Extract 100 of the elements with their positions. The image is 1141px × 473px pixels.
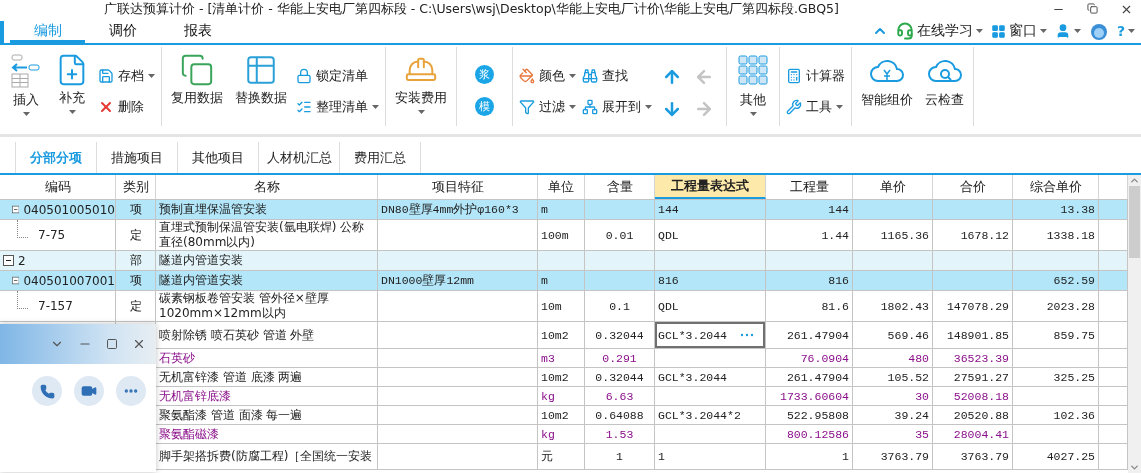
caret-icon: [569, 105, 576, 109]
unit-price-cell: 1338.18: [1046, 227, 1095, 243]
code-cell: 7-157: [38, 299, 73, 313]
avatar-icon[interactable]: [1088, 21, 1109, 41]
ribbon-button[interactable]: 删除: [98, 96, 155, 118]
caret-icon: [836, 105, 843, 109]
name-cell: 聚氨酯漆 管道 面漆 每一遍: [159, 407, 303, 423]
more-icon[interactable]: [740, 333, 754, 337]
unit-price-cell: 13.38: [1060, 202, 1095, 217]
restore-icon[interactable]: [1087, 2, 1098, 14]
delete-icon: [98, 99, 114, 115]
ribbon-button[interactable]: 插入: [6, 53, 46, 116]
code-cell: 2: [18, 253, 26, 268]
total-cell: 28004.41: [953, 426, 1009, 442]
online-learning-button[interactable]: 在线学习: [895, 22, 983, 40]
quantity-cell: 1: [842, 449, 849, 464]
total-cell: 27591.27: [953, 369, 1009, 385]
ribbon-button[interactable]: 云检查: [922, 53, 967, 109]
grid-icon: [990, 23, 1006, 39]
type-cell: 定: [129, 227, 142, 243]
price-cell: 1802.43: [880, 298, 929, 314]
name-cell: 石英砂: [159, 350, 195, 366]
window-menu-button[interactable]: 窗口: [990, 22, 1047, 40]
tree-icon: [582, 99, 598, 115]
unit-price-cell: 102.36: [1053, 407, 1095, 423]
wrench-icon: [786, 99, 802, 115]
type-cell: 项: [129, 202, 142, 217]
code-cell: 040501005010: [23, 202, 115, 217]
type-cell: 项: [129, 273, 142, 288]
ribbon-button[interactable]: 安装费用: [392, 53, 450, 114]
unit-price-cell: 2023.28: [1046, 298, 1095, 314]
total-cell: 20520.88: [953, 407, 1009, 423]
expression-field[interactable]: GCL*3.2044*2: [655, 406, 766, 424]
maximize-icon[interactable]: [106, 338, 118, 350]
sheet-tab[interactable]: 措施项目: [97, 142, 178, 173]
name-cell: 无机富锌漆 管道 底漆 两遍: [159, 369, 303, 385]
column-header[interactable]: 工程量表达式: [655, 175, 766, 199]
scrollbar[interactable]: [1128, 175, 1141, 473]
name-cell: 无机富锌底漆: [159, 388, 231, 404]
sheet-tab[interactable]: 费用汇总: [340, 142, 421, 173]
ribbon-button[interactable]: 工具: [786, 96, 845, 118]
content-cell: 0.291: [602, 350, 637, 366]
headset-icon: [895, 22, 914, 40]
unit-cell: 元: [541, 449, 553, 464]
voice-call-button[interactable]: [32, 376, 62, 406]
feature-cell: DN80壁厚4mm外护φ160*3: [381, 202, 519, 217]
unit-price-cell: 652.59: [1053, 273, 1095, 288]
ribbon-button[interactable]: 存档: [98, 65, 155, 87]
collapse-icon[interactable]: [3, 255, 14, 266]
ribbon-button[interactable]: 替换数据: [232, 53, 290, 107]
total-cell: 147078.29: [946, 298, 1009, 314]
unit-cell: kg: [541, 388, 555, 404]
sheet-tab[interactable]: 人材机汇总: [259, 142, 340, 173]
ribbon-button[interactable]: 颜色: [519, 65, 576, 87]
ribbon-button[interactable]: 其他: [733, 53, 773, 116]
caret-icon: [1073, 29, 1081, 33]
content-cell: 0.01: [605, 227, 634, 243]
price-cell: 3763.79: [880, 449, 929, 464]
ribbon-button[interactable]: 锁定清单: [296, 65, 379, 87]
ribbon-button[interactable]: 过滤: [519, 96, 576, 118]
caret-icon: [1128, 29, 1135, 33]
unit-price-cell: 325.25: [1053, 369, 1095, 385]
expression-field[interactable]: 1: [655, 444, 766, 469]
close-icon[interactable]: [132, 337, 146, 351]
name-cell: 预制直埋保温管安装: [159, 202, 267, 217]
ribbon-button[interactable]: 智能组价: [858, 53, 916, 109]
ribbon-button[interactable]: 展开到: [582, 96, 652, 118]
more-button[interactable]: [116, 376, 146, 406]
ribbon-button[interactable]: 查找: [582, 65, 652, 87]
quantity-cell: 144: [828, 202, 849, 217]
expression-field[interactable]: GCL*3.2044: [655, 322, 766, 348]
content-cell: 0.32044: [595, 327, 644, 343]
unit-price-cell: 4027.25: [1046, 449, 1095, 464]
quantity-cell: 1733.60604: [780, 388, 849, 404]
type-cell: 部: [129, 253, 142, 268]
content-cell: 1.53: [605, 426, 634, 442]
binoculars-icon: [582, 68, 598, 84]
price-cell: 480: [908, 350, 929, 366]
ribbon-button[interactable]: 整理清单: [296, 96, 379, 118]
scroll-thumb[interactable]: [1129, 186, 1140, 258]
ribbon-button[interactable]: 复用数据: [168, 53, 226, 107]
ribbon-button[interactable]: 计算器: [786, 65, 845, 87]
scroll-down-icon[interactable]: [1129, 462, 1140, 473]
table-icon: [244, 53, 278, 87]
unit-cell: m: [541, 273, 548, 288]
expression-field[interactable]: GCL*3.2044: [655, 368, 766, 386]
caret-icon: [569, 74, 576, 78]
sheet-tab[interactable]: 其他项目: [178, 142, 259, 173]
quantity-cell: 816: [828, 273, 849, 288]
quantity-cell: 800.12586: [786, 426, 849, 442]
type-cell: 定: [129, 298, 142, 314]
expression-cell: 144: [658, 202, 679, 217]
ribbon-button[interactable]: 补充: [52, 53, 92, 114]
phone-icon: [39, 383, 55, 399]
video-call-button[interactable]: [74, 376, 104, 406]
menu-tab[interactable]: 报表: [160, 20, 235, 43]
caret-icon: [1039, 29, 1047, 33]
scroll-up-icon[interactable]: [1129, 175, 1140, 186]
total-cell: 3763.79: [960, 449, 1009, 464]
menu-tab[interactable]: 调价: [85, 20, 160, 43]
